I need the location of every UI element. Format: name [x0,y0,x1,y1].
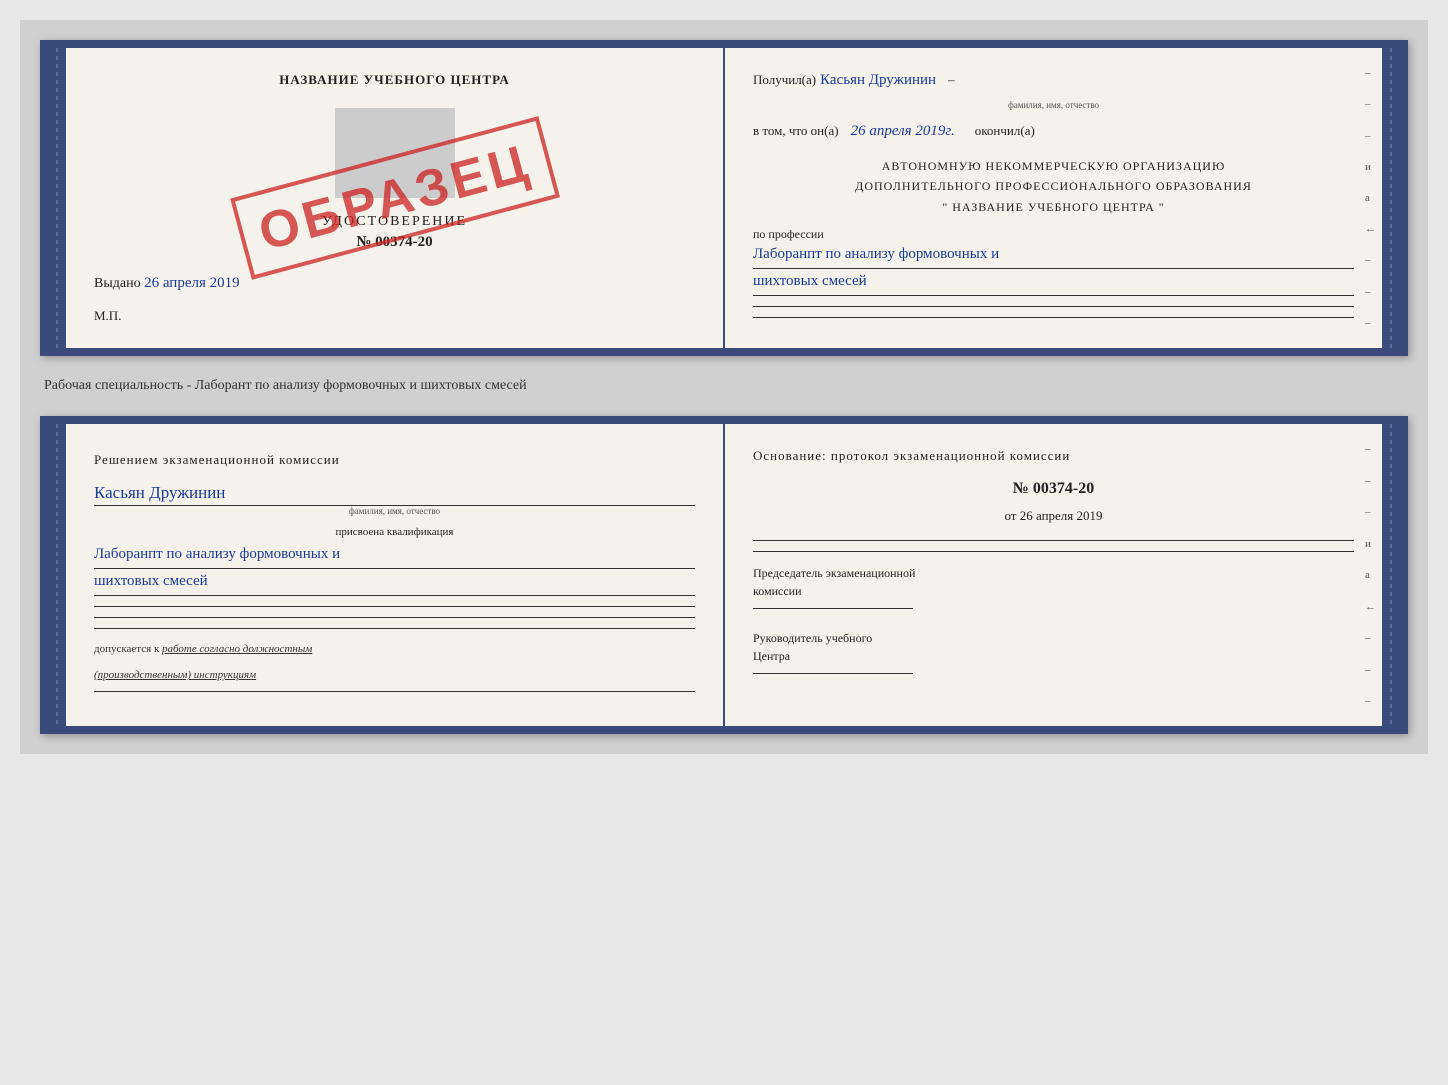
bottom-doc-right: Основание: протокол экзаменационной коми… [725,424,1382,726]
rukovoditel-line2: Центра [753,647,1354,665]
block-line1: АВТОНОМНУЮ НЕКОММЕРЧЕСКУЮ ОРГАНИЗАЦИЮ [753,156,1354,176]
decision-title: Решением экзаменационной комиссии [94,448,695,471]
vtom-line: в том, что он(а) 26 апреля 2019г. окончи… [753,123,1354,140]
separator-text: Рабочая специальность - Лаборант по анал… [40,372,1408,400]
block-center: АВТОНОМНУЮ НЕКОММЕРЧЕСКУЮ ОРГАНИЗАЦИЮ ДО… [753,156,1354,217]
ot-prefix: от [1004,508,1016,523]
dopusk-line: допускается к работе согласно должностны… [94,643,695,655]
cert-mp: М.П. [94,308,695,324]
bottom-line-4 [94,691,695,692]
spine-line-right [1390,48,1392,348]
po-professii-label: по профессии [753,227,1354,242]
cert-number: № 00374-20 [94,234,695,251]
bottom-line-1 [94,606,695,607]
right-side-marks: –––иа←––– [1365,48,1376,348]
spine-line-left [56,48,58,348]
fio-handwritten: Касьян Дружинин [820,72,936,89]
okonchil-label: окончил(а) [975,123,1035,139]
poluchil-label: Получил(а) [753,72,816,88]
vydano-label: Выдано [94,276,141,291]
bottom-fio-sublabel: фамилия, имя, отчество [94,506,695,516]
chairman-line1: Председатель экзаменационной [753,564,1354,582]
bottom-fio-section: Касьян Дружинин фамилия, имя, отчество [94,483,695,516]
vtom-date: 26 апреля 2019г. [851,123,955,140]
profession-handwritten1: Лаборанпт по анализу формовочных и [753,242,1354,266]
kvalif-label: присвоена квалификация [94,526,695,538]
chairman-line2: комиссии [753,582,1354,600]
vtom-prefix: в том, что он(а) [753,123,839,139]
dopusk-line2: (производственным) инструкциям [94,669,695,681]
cert-vydano: Выдано 26 апреля 2019 [94,275,695,292]
dopusk-italic: работе согласно должностным [162,643,312,655]
spine-right [1382,48,1400,348]
ot-date: от 26 апреля 2019 [753,508,1354,524]
cert-udostoverenie-label: УДОСТОВЕРЕНИЕ [94,214,695,230]
block-line2: ДОПОЛНИТЕЛЬНОГО ПРОФЕССИОНАЛЬНОГО ОБРАЗО… [753,176,1354,196]
rukovoditel-section: Руководитель учебного Центра [753,629,1354,674]
profession-handwritten2: шихтовых смесей [753,269,1354,293]
cert-photo-placeholder [335,108,455,198]
bottom-spine-line-left [56,424,58,726]
block-line3: " НАЗВАНИЕ УЧЕБНОГО ЦЕНТРА " [753,197,1354,217]
bottom-right-side-marks: –––иа←––– [1365,424,1376,726]
vydano-date: 26 апреля 2019 [144,275,240,291]
bottom-document: Решением экзаменационной комиссии Касьян… [40,416,1408,734]
top-doc-right: Получил(а) Касьян Дружинин – фамилия, им… [725,48,1382,348]
rukovoditel-label: Руководитель учебного Центра [753,629,1354,665]
chairman-label: Председатель экзаменационной комиссии [753,564,1354,600]
bottom-spine-line-right [1390,424,1392,726]
bottom-right-line2 [753,551,1354,552]
poluchil-line: Получил(а) Касьян Дружинин – [753,72,1354,89]
spine-left [48,48,66,348]
osnov-title: Основание: протокол экзаменационной коми… [753,448,1354,464]
rukovoditel-sig-line [753,673,913,674]
top-doc-left: НАЗВАНИЕ УЧЕБНОГО ЦЕНТРА УДОСТОВЕРЕНИЕ №… [66,48,725,348]
bottom-profession1: Лаборанпт по анализу формовочных и [94,542,695,566]
bottom-profession2: шихтовых смесей [94,569,695,593]
dopusk-italic2: (производственным) инструкциям [94,669,256,681]
protocol-number: № 00374-20 [753,480,1354,498]
bottom-right-line1 [753,540,1354,541]
dopusk-prefix: допускается к [94,643,159,655]
cert-title: НАЗВАНИЕ УЧЕБНОГО ЦЕНТРА [94,72,695,88]
bottom-spine-right [1382,424,1400,726]
ot-date-val: 26 апреля 2019 [1020,508,1103,523]
rukovoditel-line1: Руководитель учебного [753,629,1354,647]
chairman-sig-line [753,608,913,609]
top-document: НАЗВАНИЕ УЧЕБНОГО ЦЕНТРА УДОСТОВЕРЕНИЕ №… [40,40,1408,356]
bottom-line-3 [94,628,695,629]
bottom-spine-left [48,424,66,726]
bottom-line-2 [94,617,695,618]
bottom-fio-handwritten: Касьян Дружинин [94,483,225,502]
page-wrapper: НАЗВАНИЕ УЧЕБНОГО ЦЕНТРА УДОСТОВЕРЕНИЕ №… [20,20,1428,754]
bottom-doc-left: Решением экзаменационной комиссии Касьян… [66,424,725,726]
fio-sublabel: фамилия, имя, отчество [1008,100,1099,110]
